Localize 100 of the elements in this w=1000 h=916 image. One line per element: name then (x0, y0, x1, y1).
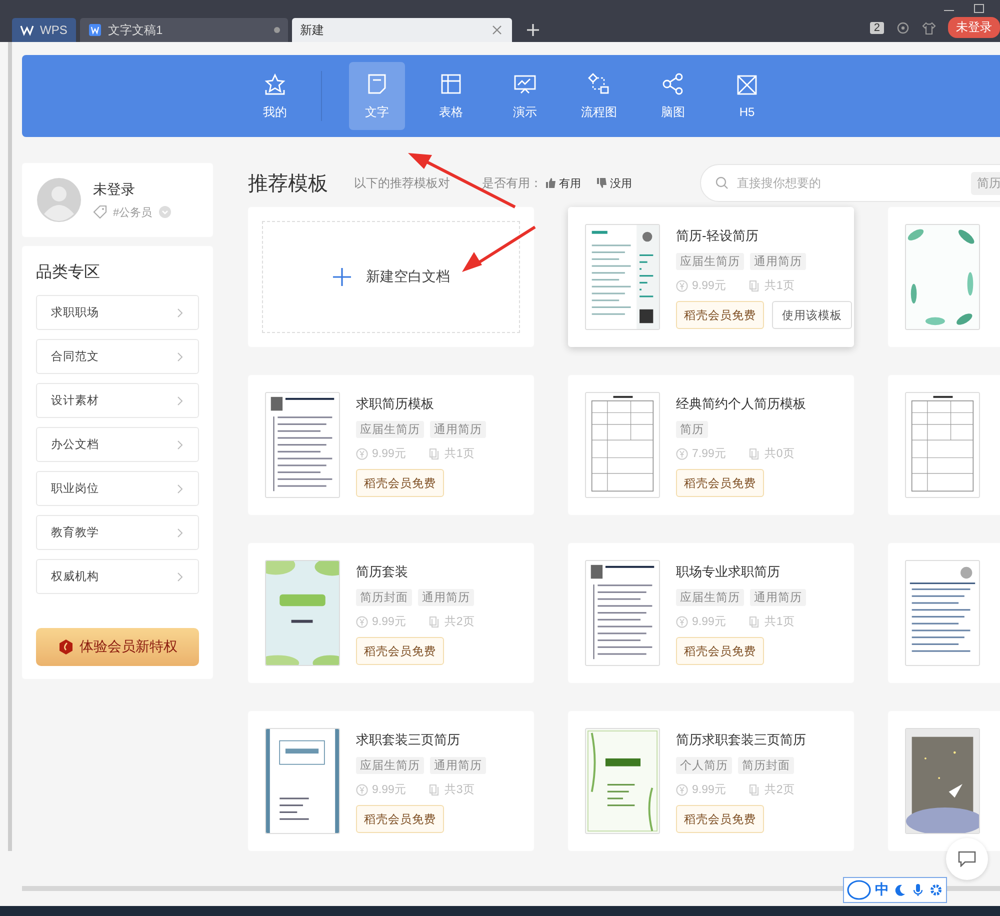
category-title: 品类专区 (36, 262, 101, 283)
nav-tab[interactable]: H5 (719, 62, 775, 130)
template-card[interactable]: 求职套装三页简历 应届生简历 通用简历 9.99元 共3页 稻壳会员免费 (248, 711, 534, 851)
template-tag: 个人简历 (676, 757, 732, 774)
template-tag: 通用简历 (750, 253, 806, 270)
feedback-chat-button[interactable] (946, 838, 988, 880)
price: 9.99元 (692, 615, 726, 629)
skin-icon[interactable] (896, 20, 910, 34)
template-tag: 应届生简历 (356, 757, 424, 774)
yuan-icon (676, 784, 688, 796)
template-card[interactable]: 经典简约个人简历模板 简历 7.99元 共0页 稻壳会员免费 (568, 375, 854, 515)
template-tag: 简历封面 (738, 757, 794, 774)
price: 9.99元 (692, 279, 726, 293)
chevron-icon (176, 352, 184, 362)
template-card[interactable]: 简历-轻设简历 应届生简历 通用简历 9.99元 共1页 稻壳会员免费 使用该模板 (568, 207, 854, 347)
pages-icon (428, 784, 440, 796)
tab[interactable]: 文字文稿1 (80, 18, 288, 42)
template-title: 简历-轻设简历 (676, 227, 760, 245)
chevron-icon (176, 484, 184, 494)
tab[interactable]: WPS (12, 18, 76, 42)
member-free-button[interactable]: 稻壳会员免费 (676, 301, 764, 329)
category-item[interactable]: 设计素材 (36, 383, 199, 418)
use-template-button[interactable]: 使用该模板 (772, 301, 852, 329)
feedback-prompt: 是否有用： (482, 174, 542, 192)
user-name: 未登录 (93, 180, 136, 198)
hexagon-icon (58, 639, 74, 655)
nav-tab[interactable]: 脑图 (645, 62, 701, 130)
template-tag: 应届生简历 (676, 589, 744, 606)
template-title: 简历求职套装三页简历 (676, 731, 806, 749)
price: 7.99元 (692, 447, 726, 461)
chevron-icon (176, 440, 184, 450)
thumbs-down-icon (597, 178, 607, 188)
price: 9.99元 (372, 447, 406, 461)
category-item[interactable]: 教育教学 (36, 515, 199, 550)
pages-icon (748, 448, 760, 460)
moon-icon[interactable] (893, 883, 907, 897)
nav-tab[interactable]: 流程图 (571, 62, 627, 130)
unsaved-dot (274, 27, 280, 33)
shirt-icon[interactable] (922, 20, 936, 34)
template-tag: 通用简历 (430, 421, 486, 438)
yuan-icon (356, 448, 368, 460)
chevron-icon (176, 396, 184, 406)
page-count: 共2页 (444, 614, 475, 629)
template-card[interactable]: 简历求职套装三页简历 个人简历 简历封面 9.99元 共2页 稻壳会员免费 (568, 711, 854, 851)
document-icon (88, 23, 102, 37)
pages-icon (428, 448, 440, 460)
settings-icon[interactable] (929, 883, 943, 897)
member-free-button[interactable]: 稻壳会员免费 (356, 469, 444, 497)
chevron-icon (176, 528, 184, 538)
price: 9.99元 (692, 783, 726, 797)
price: 9.99元 (372, 615, 406, 629)
tab[interactable]: 新建 (292, 18, 512, 42)
template-tag: 简历 (676, 421, 708, 438)
member-free-button[interactable]: 稻壳会员免费 (676, 637, 764, 665)
pages-icon (748, 280, 760, 292)
template-card[interactable]: 简历套装 简历封面 通用简历 9.99元 共2页 稻壳会员免费 (248, 543, 534, 683)
table-icon (439, 72, 463, 96)
useful-button[interactable]: 有用 (542, 176, 585, 190)
input-mode[interactable]: 中 (875, 881, 889, 899)
member-free-button[interactable]: 稻壳会员免费 (676, 469, 764, 497)
chevron-icon (176, 572, 184, 582)
chat-icon (958, 851, 976, 867)
template-card[interactable]: 职场专业求职简历 应届生简历 通用简历 9.99元 共1页 稻壳会员免费 (568, 543, 854, 683)
member-free-button[interactable]: 稻壳会员免费 (676, 805, 764, 833)
yuan-icon (676, 280, 688, 292)
template-card[interactable]: 求职简历模板 应届生简历 通用简历 9.99元 共1页 稻壳会员免费 (248, 375, 534, 515)
category-item[interactable]: 求职职场 (36, 295, 199, 330)
not-useful-button[interactable]: 没用 (593, 176, 636, 190)
template-tag: 通用简历 (418, 589, 474, 606)
category-item[interactable]: 权威机构 (36, 559, 199, 594)
page-count: 共0页 (764, 446, 795, 461)
microphone-icon[interactable] (911, 883, 925, 897)
template-title: 经典简约个人简历模板 (676, 395, 806, 413)
yuan-icon (676, 448, 688, 460)
template-title: 职场专业求职简历 (676, 563, 781, 581)
logo-icon (20, 23, 34, 37)
feedback-prompt: 以下的推荐模板对 (354, 174, 450, 192)
page-count: 共3页 (444, 782, 475, 797)
page-count: 共1页 (764, 278, 795, 293)
template-tag: 简历封面 (356, 589, 412, 606)
page-count: 共2页 (764, 782, 795, 797)
nav-tab[interactable]: 表格 (423, 62, 479, 130)
category-item[interactable]: 办公文档 (36, 427, 199, 462)
nav-tab[interactable]: 演示 (497, 62, 553, 130)
pages-icon (748, 616, 760, 628)
window-count[interactable]: 2 (870, 22, 884, 34)
close-icon[interactable] (490, 23, 504, 37)
add-tab-icon[interactable] (526, 23, 540, 37)
ime-logo-icon[interactable] (847, 880, 871, 900)
vip-button[interactable]: 体验会员新特权 (36, 628, 199, 666)
login-button[interactable]: 未登录 (948, 17, 1000, 38)
thumbs-up-icon (546, 178, 556, 188)
category-item[interactable]: 职业岗位 (36, 471, 199, 506)
member-free-button[interactable]: 稻壳会员免费 (356, 637, 444, 665)
maximize-button[interactable] (974, 4, 984, 12)
nav-tab[interactable]: 我的 (247, 62, 303, 130)
member-free-button[interactable]: 稻壳会员免费 (356, 805, 444, 833)
flowchart-icon (587, 72, 611, 96)
yuan-icon (356, 784, 368, 796)
category-item[interactable]: 合同范文 (36, 339, 199, 374)
